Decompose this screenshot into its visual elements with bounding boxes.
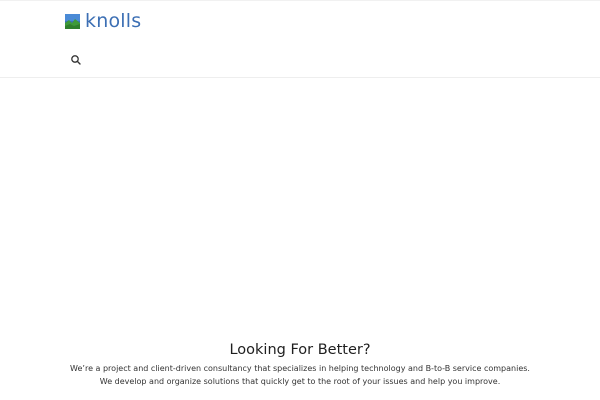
knolls-logo-icon — [65, 13, 80, 29]
site-logo-link[interactable]: knolls — [65, 9, 141, 33]
site-header: knolls — [0, 1, 600, 78]
intro-section: Looking For Better? We’re a project and … — [0, 340, 600, 388]
brand-name: knolls — [85, 10, 142, 32]
hero-area — [0, 78, 600, 328]
intro-heading: Looking For Better? — [229, 342, 371, 358]
search-icon — [71, 55, 81, 65]
page: knolls Looking For Better? We’re a proje… — [0, 0, 600, 400]
intro-paragraph: We’re a project and client-driven consul… — [70, 364, 530, 386]
search-button[interactable] — [70, 54, 82, 66]
